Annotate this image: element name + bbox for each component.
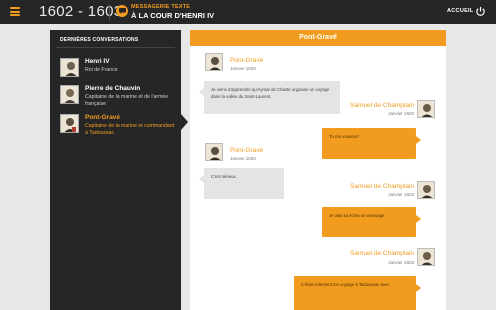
contact-pont-grave[interactable]: Pont-Gravé Capitaine de la marine et com… — [60, 114, 178, 140]
chat-bubble-icon — [116, 5, 128, 17]
message-sender: Samuel de Champlain — [350, 183, 414, 190]
conversations-sidebar: DERNIÈRES CONVERSATIONS Henri IV Roi de … — [50, 30, 181, 310]
contact-henri-iv[interactable]: Henri IV Roi de France — [60, 58, 178, 82]
avatar — [417, 181, 435, 199]
message-sender: Samuel de Champlain — [350, 250, 414, 257]
contact-role: Capitaine de la marine et commandant à T… — [85, 123, 175, 136]
chat-title: Pont-Gravé — [190, 30, 446, 46]
contact-role: Capitaine de la marine et de l'armée fra… — [85, 94, 169, 107]
avatar — [205, 53, 223, 71]
top-bar: 1602 - 1603 MESSAGERIE TEXTE À LA COUR D… — [0, 0, 496, 24]
message-sender: Pont-Gravé — [230, 57, 264, 64]
active-conversation-pointer — [181, 114, 188, 130]
message-bubble: C'est sérieux. — [199, 168, 284, 199]
hamburger-menu-icon[interactable] — [10, 7, 20, 16]
message-sender: Pont-Gravé — [230, 147, 264, 154]
message-bubble: Tu me vouvois? — [322, 128, 421, 159]
avatar — [60, 58, 79, 77]
message-bubble: C'était comment ton voyage à Tadoussac a… — [294, 276, 421, 310]
contact-name: Henri IV — [85, 58, 110, 65]
avatar — [60, 114, 79, 133]
avatar — [205, 143, 223, 161]
home-link[interactable]: ACCUEIL — [447, 8, 474, 14]
avatar — [417, 100, 435, 118]
message-bubble: Je viens d'apprendre qu'Aymar de Chaste … — [199, 81, 340, 114]
message-date: Janvier 1603 — [388, 111, 414, 116]
app-title: À LA COUR D'HENRI IV — [131, 11, 215, 20]
app-subtitle: MESSAGERIE TEXTE — [131, 4, 191, 10]
contact-name: Pierre de Chauvin — [85, 85, 141, 92]
message-date: Janvier 1603 — [388, 192, 414, 197]
divider — [56, 47, 175, 48]
contact-role: Roi de France — [85, 67, 118, 73]
contact-name: Pont-Gravé — [85, 114, 121, 121]
contact-pierre-de-chauvin[interactable]: Pierre de Chauvin Capitaine de la marine… — [60, 85, 178, 111]
message-date: Janvier 1603 — [230, 66, 256, 71]
chat-panel: Pont-Gravé Pont-Gravé Janvier 1603 Je vi… — [190, 30, 446, 310]
power-icon[interactable] — [475, 6, 486, 17]
sidebar-heading: DERNIÈRES CONVERSATIONS — [60, 37, 139, 43]
message-sender: Samuel de Champlain — [350, 102, 414, 109]
avatar — [417, 248, 435, 266]
message-date: Janvier 1603 — [388, 260, 414, 265]
divider — [109, 4, 110, 20]
message-date: Janvier 1603 — [230, 156, 256, 161]
message-bubble: Je vais lui écrire un message. — [322, 207, 421, 237]
avatar — [60, 85, 79, 104]
